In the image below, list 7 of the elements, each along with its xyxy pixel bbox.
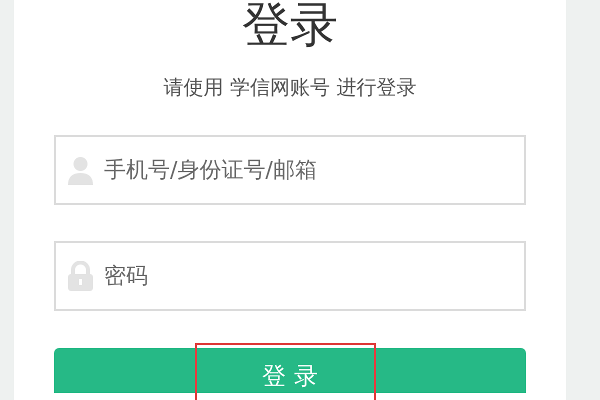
lock-icon [67,261,94,291]
login-button[interactable]: 登 录 [54,348,526,393]
user-icon [67,155,94,185]
page-title: 登录 [242,0,338,50]
input-field[interactable]: 密码 [54,241,526,311]
input-field[interactable]: 手机号/身份证号/邮箱 [54,135,526,205]
subtitle: 请使用 学信网账号 进行登录 [164,74,416,101]
